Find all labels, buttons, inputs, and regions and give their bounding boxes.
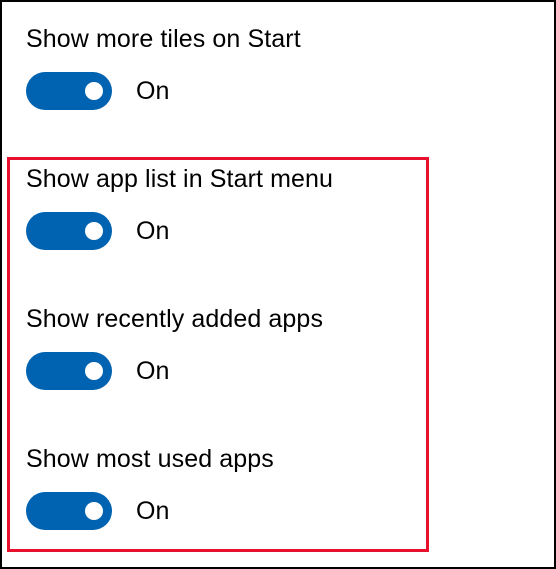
toggle-most-used[interactable]: On [26, 492, 274, 530]
toggle-state-text: On [136, 357, 170, 385]
toggle-state-text: On [136, 77, 170, 105]
toggle-recently-added[interactable]: On [26, 352, 323, 390]
toggle-switch[interactable] [26, 212, 112, 250]
toggle-switch[interactable] [26, 492, 112, 530]
setting-more-tiles: Show more tiles on Start On [26, 24, 301, 110]
setting-recently-added: Show recently added apps On [26, 304, 323, 390]
toggle-knob [85, 82, 103, 100]
toggle-more-tiles[interactable]: On [26, 72, 301, 110]
toggle-switch[interactable] [26, 72, 112, 110]
toggle-knob [85, 222, 103, 240]
settings-panel: Show more tiles on Start On Show app lis… [0, 0, 556, 569]
toggle-switch[interactable] [26, 352, 112, 390]
setting-most-used: Show most used apps On [26, 444, 274, 530]
toggle-state-text: On [136, 497, 170, 525]
setting-app-list: Show app list in Start menu On [26, 164, 333, 250]
toggle-state-text: On [136, 217, 170, 245]
toggle-knob [85, 502, 103, 520]
setting-label: Show more tiles on Start [26, 25, 301, 53]
setting-label: Show app list in Start menu [26, 165, 334, 193]
setting-label: Show recently added apps [26, 305, 324, 333]
toggle-app-list[interactable]: On [26, 212, 333, 250]
setting-label: Show most used apps [26, 445, 274, 473]
toggle-knob [85, 362, 103, 380]
